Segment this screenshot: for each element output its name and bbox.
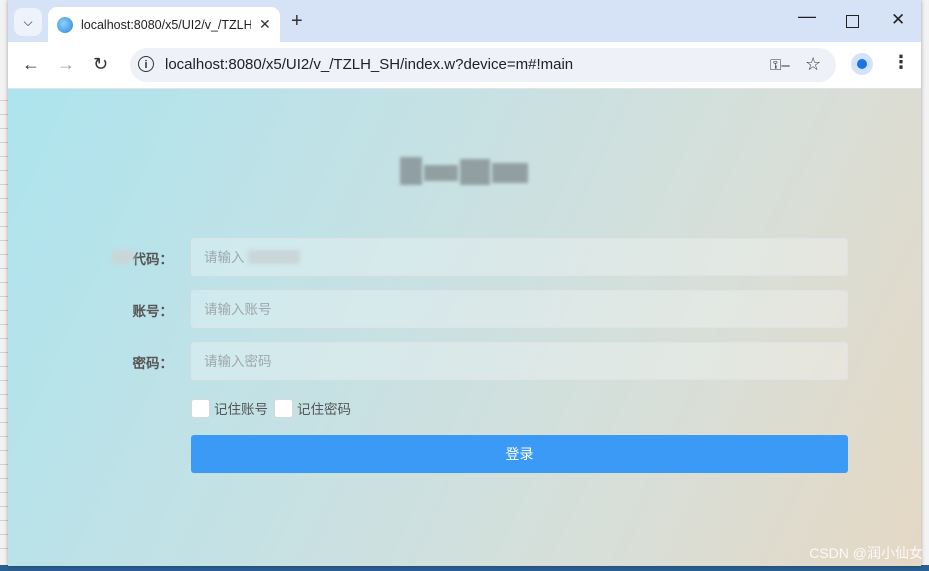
star-icon[interactable]: ☆ bbox=[805, 54, 821, 75]
site-favicon-icon bbox=[57, 16, 73, 33]
background-window-right bbox=[921, 0, 929, 571]
address-url[interactable]: localhost:8080/x5/UI2/v_/TZLH_SH/index.w… bbox=[165, 56, 573, 73]
tab-strip: ⌵ localhost:8080/x5/UI2/v_/TZLH_SH/index… bbox=[8, 0, 921, 42]
kebab-menu-icon[interactable]: ⋮ bbox=[892, 52, 910, 72]
key-icon[interactable]: ⚿– bbox=[770, 57, 790, 74]
background-window-text bbox=[0, 90, 8, 560]
address-bar[interactable]: i localhost:8080/x5/UI2/v_/TZLH_SH/index… bbox=[130, 48, 836, 82]
remember-account[interactable]: 记住账号 bbox=[191, 398, 268, 418]
remember-account-label: 记住账号 bbox=[214, 402, 268, 417]
tab-search-button[interactable]: ⌵ bbox=[14, 8, 42, 36]
redacted-site-title bbox=[400, 155, 528, 189]
browser-toolbar: ← → ↻ i localhost:8080/x5/UI2/v_/TZLH_SH… bbox=[8, 42, 921, 89]
form-row-code: 代码： bbox=[8, 238, 921, 276]
code-label: 代码： bbox=[132, 252, 174, 267]
password-label: 密码： bbox=[132, 356, 174, 371]
form-row-password: 密码： bbox=[8, 342, 921, 380]
close-window-icon[interactable]: ✕ bbox=[891, 10, 905, 30]
profile-icon[interactable] bbox=[851, 53, 873, 75]
plus-icon[interactable]: + bbox=[291, 10, 303, 32]
password-input[interactable] bbox=[191, 342, 848, 380]
redacted-placeholder-part bbox=[248, 250, 300, 264]
remember-password[interactable]: 记住密码 bbox=[274, 398, 351, 418]
chevron-down-icon: ⌵ bbox=[23, 14, 33, 29]
remember-account-checkbox[interactable] bbox=[191, 398, 210, 418]
account-label: 账号： bbox=[132, 304, 174, 319]
close-icon[interactable]: ✕ bbox=[259, 16, 271, 33]
maximize-icon[interactable] bbox=[846, 15, 859, 28]
info-icon[interactable]: i bbox=[138, 56, 154, 72]
reload-icon[interactable]: ↻ bbox=[93, 54, 108, 74]
login-button[interactable]: 登录 bbox=[191, 435, 848, 473]
minimize-icon[interactable]: — bbox=[798, 6, 816, 27]
watermark: CSDN @润小仙女 bbox=[809, 545, 923, 561]
browser-tab-active[interactable]: localhost:8080/x5/UI2/v_/TZLH_SH/index.w… bbox=[48, 7, 280, 42]
redacted-label-part bbox=[112, 250, 134, 264]
browser-window: ⌵ localhost:8080/x5/UI2/v_/TZLH_SH/index… bbox=[8, 0, 921, 566]
account-input[interactable] bbox=[191, 290, 848, 328]
arrow-right-icon[interactable]: → bbox=[57, 54, 75, 74]
remember-password-checkbox[interactable] bbox=[274, 398, 293, 418]
form-row-account: 账号： bbox=[8, 290, 921, 328]
tab-title: localhost:8080/x5/UI2/v_/TZLH_SH/index.w… bbox=[81, 17, 251, 32]
remember-password-label: 记住密码 bbox=[297, 402, 351, 417]
login-page: 代码： 账号： 密码： 记住账号 记住密码 登录 bbox=[8, 89, 921, 566]
arrow-left-icon[interactable]: ← bbox=[22, 54, 40, 74]
